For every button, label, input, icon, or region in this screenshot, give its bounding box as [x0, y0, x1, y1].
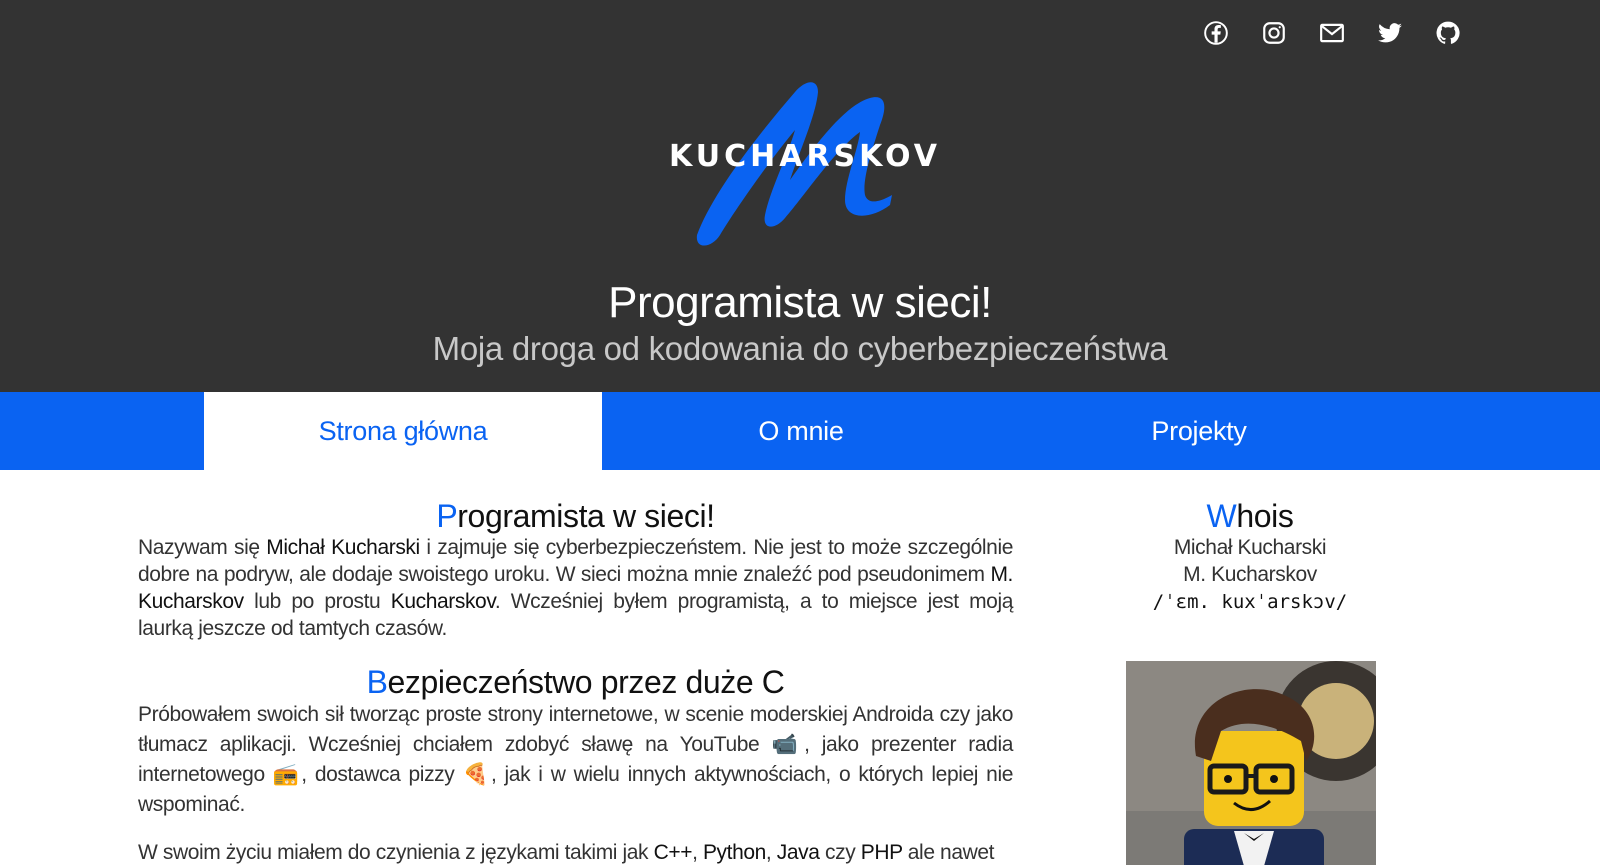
facebook-icon[interactable] [1203, 20, 1229, 46]
whois-alias: M. Kucharskov [1183, 563, 1317, 586]
main-nav: Strona główna O mnie Projekty [0, 392, 1600, 470]
site-logo[interactable]: KUCHARSKOV [640, 70, 970, 250]
social-links [1203, 20, 1461, 46]
twitter-icon[interactable] [1377, 20, 1403, 46]
email-icon[interactable] [1319, 20, 1345, 46]
tab-home[interactable]: Strona główna [204, 392, 602, 470]
whois-pronunciation: /ˈɛm. kuxˈarskɔv/ [1152, 591, 1348, 613]
svg-text:KUCHARSKOV: KUCHARSKOV [669, 139, 941, 174]
tab-about[interactable]: O mnie [602, 392, 1000, 470]
tab-projects[interactable]: Projekty [1000, 392, 1398, 470]
whois-name: Michał Kucharski [1173, 536, 1327, 559]
intro-paragraph: Nazywam się Michał Kucharski i zajmuje s… [138, 536, 1013, 640]
security-paragraph: Próbowałem swoich sił tworząc proste str… [138, 703, 1013, 816]
profile-photo [1126, 661, 1376, 865]
hero-subtitle: Moja droga od kodowania do cyberbezpiecz… [432, 330, 1168, 367]
github-icon[interactable] [1435, 20, 1461, 46]
section-title-security: Bezpieczeństwo przez duże C [366, 664, 785, 700]
whois-title: Whois [1206, 498, 1294, 534]
languages-paragraph: W swoim życiu miałem do czynienia z języ… [138, 841, 995, 864]
site-header: KUCHARSKOV Programista w sieci! Moja dro… [0, 0, 1600, 392]
main-content: Programista w sieci! Nazywam się Michał … [0, 470, 1600, 865]
instagram-icon[interactable] [1261, 20, 1287, 46]
section-title-intro: Programista w sieci! [436, 498, 715, 534]
whois-sidebar: Whois Michał Kucharski M. Kucharskov /ˈɛ… [1090, 498, 1410, 865]
hero-title: Programista w sieci! [608, 278, 992, 327]
article: Programista w sieci! Nazywam się Michał … [138, 498, 1013, 865]
